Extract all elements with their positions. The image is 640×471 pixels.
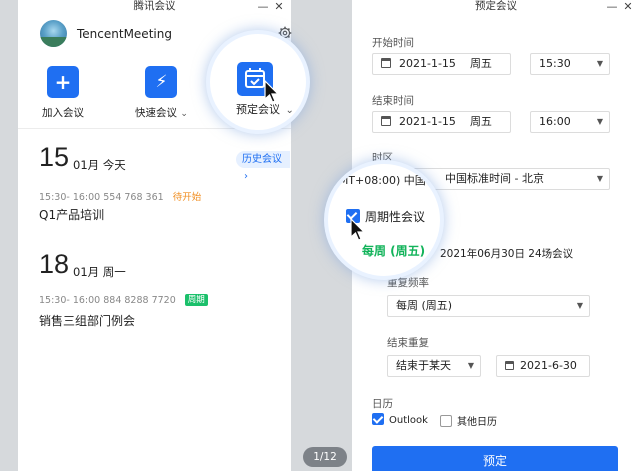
meeting-id: 554 768 361 [103,192,164,203]
end-repeat-mode-value: 结束于某天 [396,359,451,372]
schedule-window-title: 预定会议 [475,0,517,12]
quick-meeting-button[interactable]: ⚡ 快速会议 ⌄ [135,66,188,120]
schedule-window-titlebar: 预定会议 — ✕ [352,0,640,14]
other-calendar-checkbox[interactable]: 其他日历 [440,413,497,428]
end-repeat-date-field[interactable]: 2021-6-30 [496,355,590,377]
day-label: 01月 周一 [73,265,126,279]
status-badge: 待开始 [172,192,202,203]
end-date-value: 2021-1-15 [399,115,456,128]
chevron-right-icon: › [244,171,248,182]
meeting-title[interactable]: Q1产品培训 [39,206,104,223]
calendar-icon [381,58,391,68]
caret-down-icon: ▼ [596,174,603,183]
end-repeat-date-value: 2021-6-30 [520,359,577,372]
meeting-meta: 15:30- 16:00 554 768 361 待开始 [39,189,201,203]
start-time-select[interactable]: 15:30 ▼ [530,53,610,75]
end-time-select[interactable]: 16:00 ▼ [530,111,610,133]
meeting-time: 15:30- 16:00 [39,192,101,203]
minimize-button[interactable]: — [604,0,620,13]
end-weekday: 周五 [469,115,492,128]
calendar-icon [381,116,391,126]
schedule-submit-button[interactable]: 预定 [372,446,618,471]
checkbox-checked-icon[interactable] [372,413,384,425]
recurring-pattern: 每周 (周五) [362,244,426,258]
quick-meeting-label: 快速会议 [135,107,177,119]
start-weekday: 周五 [469,57,492,70]
caret-down-icon: ▼ [596,59,603,68]
meeting-time: 15:30- 16:00 [39,295,101,306]
username: TencentMeeting [77,27,172,41]
cursor-icon [350,218,366,241]
plus-icon: + [47,66,79,98]
meeting-meta: 15:30- 16:00 884 8288 7720 周期 [39,294,208,306]
lightning-icon: ⚡ [145,66,178,98]
frequency-select[interactable]: 每周 (周五) ▼ [387,295,590,317]
meeting-title[interactable]: 销售三组部门例会 [39,312,135,329]
chevron-down-icon[interactable]: ⌄ [286,105,294,116]
schedule-meeting-label: 预定会议 [236,103,280,116]
timezone-value: (GMT+08:00) 中国标准时间 - 北京 [328,174,440,187]
start-date-value: 2021-1-15 [399,57,456,70]
start-time-value: 15:30 [539,57,571,70]
frequency-value: 每周 (周五) [396,299,453,312]
join-meeting-button[interactable]: + 加入会议 [42,66,84,120]
outlook-label: Outlook [389,415,428,426]
gear-icon[interactable] [278,26,292,40]
caret-down-icon: ▼ [576,301,583,310]
end-repeat-label: 结束重复 [387,337,429,349]
calendar-label: 日历 [372,398,393,410]
recurring-label: 周期性会议 [365,210,426,224]
minimize-button[interactable]: — [255,0,271,13]
avatar[interactable] [40,20,67,47]
start-date-field[interactable]: 2021-1-15 周五 [372,53,511,75]
cursor-icon [264,80,280,103]
main-window-title: 腾讯会议 [133,0,176,12]
join-meeting-label: 加入会议 [42,107,84,119]
recurring-summary: 2021年06月30日 24场会议 [440,248,574,260]
day-label: 01月 今天 [73,158,126,172]
meeting-id: 884 8288 7720 [103,295,176,306]
recurring-badge: 周期 [184,294,208,306]
schedule-meeting-button[interactable]: 预定会议 ⌄ [210,34,306,130]
page-indicator: 1/12 [303,447,347,467]
recurring-magnifier: (GMT+08:00) 中国标准时间 - 北京 周期性会议 每周 (周五) [328,164,440,276]
timezone-label: 时区 [372,152,393,164]
main-window-titlebar: 腾讯会议 — ✕ [18,0,291,14]
end-time-label: 结束时间 [372,95,414,107]
day-number: 18 [39,249,70,279]
end-time-value: 16:00 [539,115,571,128]
other-calendar-label: 其他日历 [457,417,497,428]
close-button[interactable]: ✕ [620,0,636,13]
end-repeat-mode-select[interactable]: 结束于某天 ▼ [387,355,481,377]
frequency-label: 重复频率 [387,277,429,289]
caret-down-icon: ▼ [596,117,603,126]
outlook-checkbox[interactable]: Outlook [372,413,428,426]
day-number: 15 [39,142,70,172]
checkbox-unchecked-icon[interactable] [440,415,452,427]
end-date-field[interactable]: 2021-1-15 周五 [372,111,511,133]
history-meetings-label: 历史会议 [242,154,282,165]
chevron-down-icon[interactable]: ⌄ [180,109,188,119]
caret-down-icon: ▼ [467,361,474,370]
calendar-icon [505,361,514,370]
history-meetings-button[interactable]: 历史会议 › [236,151,290,182]
start-time-label: 开始时间 [372,37,414,49]
close-button[interactable]: ✕ [271,0,287,13]
